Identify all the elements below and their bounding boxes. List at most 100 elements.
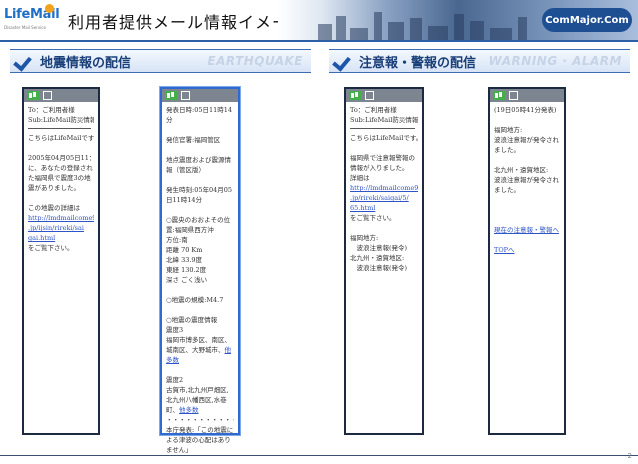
message-line: Sub:LifeMail防災情報 [350,116,418,124]
warning-section-title: 注意報・警報の配信 [359,55,477,71]
message-line: 置:福岡県西方沖 [166,226,214,234]
message-link[interactable]: 65.html [350,203,418,213]
message-line: 震度3 [166,326,184,334]
message-inline-link[interactable]: 他 [225,346,232,354]
message-line: 福岡地方: [350,234,379,242]
message-line: 町、他多数 [166,406,199,414]
checkmark-icon [333,52,353,70]
message-line: 震度2 [166,376,184,384]
message-line: 地点震度および震源情 [166,156,231,164]
message-line: 報（管区版） [166,166,205,174]
phone-screen-warning-detail: (19日05時41分発表) 福岡地方: 波浪注意報が発令され ました。 北九州・遠賀地区… [488,87,566,435]
page-title: 利用者提供メール情報イメージ [68,13,306,32]
phone-status-bar [346,89,422,102]
message-line: よる津波の心配はあり [166,436,231,444]
checkmark-icon [14,52,34,70]
phone-screen-earthquake-detail: 発表日時:05日11時14 分発信官署:福岡管区地点震度および震源情 報（管区版） 発… [160,87,240,454]
message-link[interactable]: 現在の注意報・警報へ [494,225,560,235]
message-line: 詳細は [350,174,370,182]
message-line: 波浪注意報(発令) [350,244,408,252]
message-separator [350,128,416,129]
message-link[interactable]: .jp/ijsin/rireki/sai [28,223,94,233]
page-number: 2 [627,452,632,460]
message-line: 福岡市博多区、南区、 [166,336,231,344]
battery-icon [509,91,518,100]
warning-section-en: WARNING · ALARM [488,54,622,68]
message-line: この地震の詳細は [28,204,80,212]
message-line: 波浪注意報(発令) [350,264,408,272]
message-line: 2005年04月05日11：14 [28,154,94,162]
message-line: 城南区、大野城市、他 [166,346,232,354]
signal-icon [349,91,362,100]
message-line: 古賀市,北九州戸畑区, [166,386,229,394]
message-link[interactable]: .jp/rireki/saigai/5/ [350,193,418,203]
battery-icon [181,91,190,100]
message-line: こちらはLifeMailです。 [28,134,94,142]
footer-rule [0,455,638,456]
message-line: 発表日時:05日11時14 [166,106,233,114]
message-line: 発生時刻:05年04月05 [166,186,233,194]
message-line: 波浪注意報が発令され [494,176,559,184]
message-link[interactable]: gai.html [28,233,94,243]
message-line: 方位:南 [166,236,188,244]
message-line: ました。 [494,186,520,194]
signal-icon [165,91,178,100]
header: LifeMail Disaster Mail Service 利用者提供メール情… [0,0,638,40]
message-line: 震がありました。 [28,184,80,192]
message-line: 発信官署:福岡管区 [166,136,221,144]
message-line: 北九州八幡西区,水巻 [166,396,227,404]
message-link[interactable]: 多数 [166,355,234,365]
message-line: 東経 130.2度 [166,266,207,274]
message-separator [28,128,92,129]
phone-status-bar [162,89,238,102]
message-line: 福岡地方: [494,126,523,134]
message-body: 発表日時:05日11時14 分発信官署:福岡管区地点震度および震源情 報（管区版） 発… [162,102,238,458]
message-line: ません」 [166,446,192,454]
message-link[interactable]: http://lmdmailcome99 [350,183,418,193]
message-body: (19日05時41分発表) 福岡地方: 波浪注意報が発令され ました。 北九州・遠賀地区… [490,102,564,258]
message-line: ○地震の震度情報 [166,316,218,324]
earthquake-section-en: EARTHQUAKE [207,54,303,68]
message-link[interactable]: TOPへ [494,245,560,255]
battery-icon [365,91,374,100]
signal-icon [27,91,40,100]
message-line: 分 [166,116,173,124]
message-line: ○震央のおおよその位 [166,216,231,224]
message-body: To：ご利用者様 Sub:LifeMail防災情報 こちらはLifeMailです。 2… [24,102,98,256]
message-line: ました。 [494,146,520,154]
message-line: た福岡県で震度3の地 [28,174,91,182]
message-line: To：ご利用者様 [28,106,75,114]
message-body: To：ご利用者様 Sub:LifeMail防災情報 こちらはLifeMailです。福… [346,102,422,276]
message-line: 北九州・遠賀地区: [494,166,549,174]
message-inline-link[interactable]: 他多数 [179,406,199,414]
message-line: 本庁発表:「この地震に [166,426,234,434]
phone-screen-warning-mail: To：ご利用者様 Sub:LifeMail防災情報 こちらはLifeMailです。福… [344,87,424,435]
message-line: 距離 70 Km [166,246,203,254]
message-line: をご覧下さい。 [28,244,74,252]
message-link[interactable]: http://lmdmailcome99 [28,213,94,223]
warning-section-bar: 注意報・警報の配信 WARNING · ALARM [329,49,630,73]
message-line: に、あなたの登録され [28,164,93,172]
message-line: ・・・・・・・・・・・・ [166,416,234,424]
message-line: 日11時14分 [166,196,203,204]
message-line: (19日05時41分発表) [494,106,557,114]
header-divider [0,40,638,42]
lifemail-logo: LifeMail Disaster Mail Service [4,4,64,35]
phone-screen-earthquake-mail: To：ご利用者様 Sub:LifeMail防災情報 こちらはLifeMailです。 2… [22,87,100,435]
message-line: こちらはLifeMailです。 [350,134,418,142]
